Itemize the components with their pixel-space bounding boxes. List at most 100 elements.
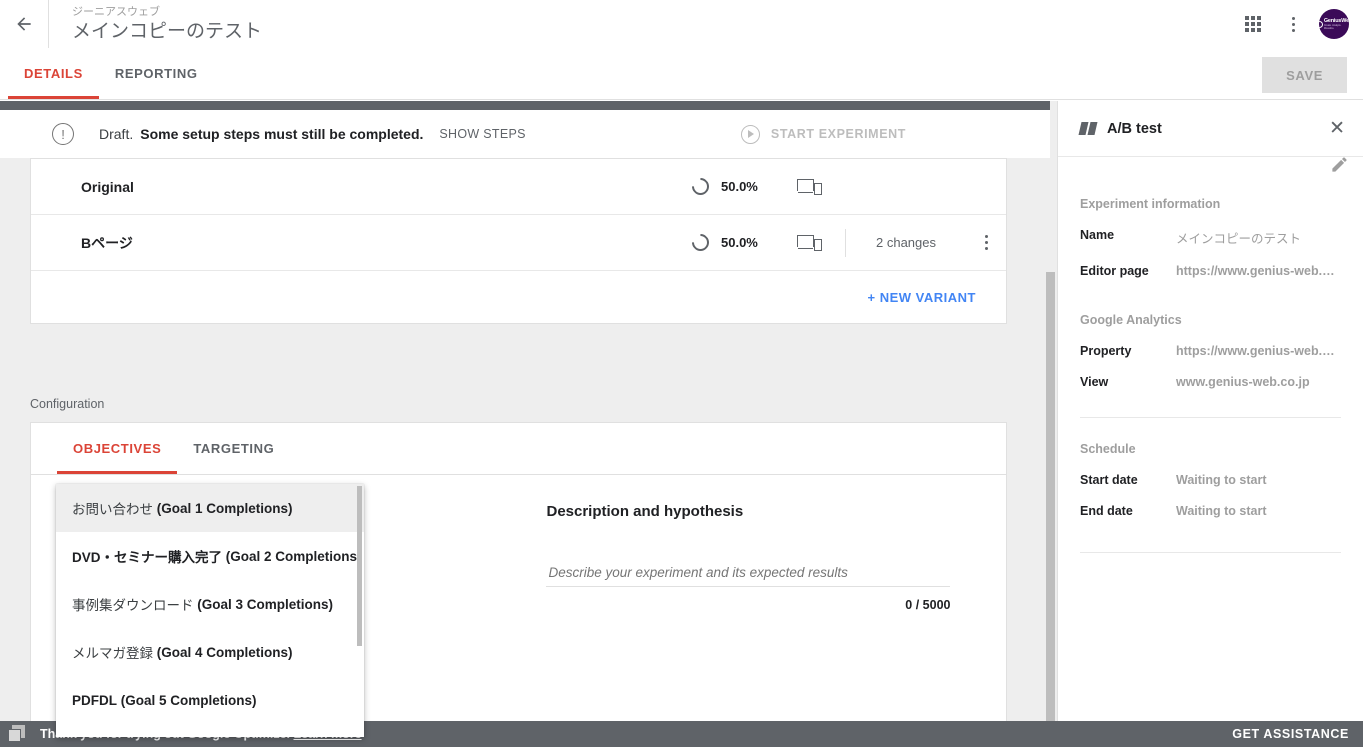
info-value: メインコピーのテスト [1176, 232, 1302, 246]
status-draft-label: Draft. [99, 126, 134, 142]
description-heading: Description and hypothesis [546, 503, 744, 520]
info-key: Editor page [1080, 264, 1149, 278]
status-left: ! Draft. Some setup steps must still be … [0, 123, 526, 145]
dropdown-option[interactable]: PDFDL (Goal 5 Completions) [56, 676, 364, 724]
option-goal-text: (Goal 5 Completions) [120, 692, 257, 708]
get-assistance-button[interactable]: GET ASSISTANCE [1232, 727, 1349, 741]
experiment-information-section: Experiment information Name メインコピーのテスト E… [1058, 157, 1363, 278]
option-jp-text: PDFDL [72, 692, 117, 708]
show-steps-button[interactable]: SHOW STEPS [439, 127, 525, 141]
side-panel-title: A/B test [1107, 120, 1162, 137]
top-dark-strip [0, 101, 1050, 110]
pie-chart-icon [688, 174, 713, 199]
section-title: Experiment information [1080, 197, 1221, 211]
avatar-sublabel: Create. Analyze. Monetize. [1323, 24, 1342, 30]
info-key: End date [1080, 504, 1133, 518]
dropdown-scrollbar[interactable] [357, 486, 362, 646]
option-goal-text: (Goal 2 Completions) [225, 548, 362, 564]
variant-right: 50.0% [688, 173, 1006, 201]
close-icon[interactable]: ✕ [1329, 119, 1345, 138]
more-options-button[interactable] [1273, 4, 1313, 44]
info-row: Start date Waiting to start [1080, 473, 1341, 487]
breadcrumb: ジーニアスウェブ [72, 5, 160, 18]
description-input-wrap: 0 / 5000 [546, 564, 976, 612]
top-app-bar: ジーニアスウェブ メインコピーのテスト GeniusWeb Create. An… [0, 0, 1363, 48]
back-button[interactable] [0, 0, 48, 48]
play-circle-icon [740, 124, 760, 144]
devices-icon [797, 178, 823, 196]
ab-test-icon [1078, 122, 1098, 135]
new-variant-button[interactable]: + NEW VARIANT [868, 290, 976, 305]
more-vert-icon [984, 235, 988, 250]
pencil-icon[interactable] [1330, 155, 1349, 179]
option-jp-text: DVD・セミナー購入完了 [72, 550, 223, 565]
description-column: Description and hypothesis 0 / 5000 [516, 503, 976, 612]
info-row: End date Waiting to start [1080, 504, 1341, 518]
dropdown-option[interactable]: 事例集ダウンロード (Goal 3 Completions) [56, 580, 364, 628]
details-side-panel: A/B test ✕ Experiment information Name メ… [1057, 101, 1363, 747]
description-input[interactable] [546, 564, 951, 587]
variant-changes[interactable]: 2 changes [846, 235, 966, 250]
status-message: Some setup steps must still be completed… [140, 126, 424, 142]
variant-name: Bページ [81, 234, 133, 251]
info-key: Name [1080, 228, 1115, 242]
info-row: Editor page https://www.genius-web.co… [1080, 264, 1341, 278]
title-block: ジーニアスウェブ メインコピーのテスト [49, 0, 262, 48]
option-goal-text: (Goal 4 Completions) [156, 644, 293, 660]
configuration-tabs: OBJECTIVES TARGETING [31, 423, 1006, 475]
more-vert-icon [1291, 16, 1295, 32]
apps-button[interactable] [1233, 4, 1273, 44]
primary-objective-dropdown[interactable]: お問い合わせ (Goal 1 Completions) DVD・セミナー購入完了… [56, 484, 364, 737]
variant-name: Original [81, 178, 134, 195]
info-key: Property [1080, 344, 1132, 358]
tab-objectives[interactable]: OBJECTIVES [57, 422, 178, 474]
experiment-status-bar: ! Draft. Some setup steps must still be … [0, 110, 1050, 158]
table-row[interactable]: Original 50.0% [31, 159, 1006, 215]
variants-card: Original 50.0% Bページ 50.0% 2 changes + NE… [30, 158, 1007, 324]
save-button[interactable]: SAVE [1262, 57, 1347, 93]
info-value: https://www.genius-web.co… [1176, 344, 1341, 358]
option-goal-text: (Goal 3 Completions) [197, 596, 334, 612]
variant-percent: 50.0% [721, 235, 758, 250]
option-goal-text: (Goal 1 Completions) [156, 500, 293, 516]
info-row: Name メインコピーのテスト [1080, 228, 1341, 247]
content-scrollbar[interactable] [1046, 272, 1055, 747]
avatar-logo-icon: GeniusWeb Create. Analyze. Monetize. [1319, 18, 1349, 30]
dropdown-option[interactable]: DVD・セミナー購入完了 (Goal 2 Completions) [56, 532, 364, 580]
table-row[interactable]: Bページ 50.0% 2 changes [31, 215, 1006, 271]
pie-chart-icon [688, 230, 713, 255]
variant-percent: 50.0% [721, 179, 758, 194]
info-row: Property https://www.genius-web.co… [1080, 344, 1341, 358]
option-jp-text: お問い合わせ [72, 502, 153, 517]
tab-reporting[interactable]: REPORTING [99, 47, 214, 99]
row-menu-button[interactable] [966, 235, 1006, 250]
info-value: Waiting to start [1176, 504, 1267, 518]
tab-details[interactable]: DETAILS [8, 47, 99, 99]
start-experiment-label: START EXPERIMENT [770, 127, 906, 141]
configuration-label: Configuration [30, 397, 105, 411]
info-key: Start date [1080, 473, 1138, 487]
app-root: ジーニアスウェブ メインコピーのテスト GeniusWeb Create. An… [0, 0, 1363, 747]
info-value: Waiting to start [1176, 473, 1267, 487]
tab-targeting[interactable]: TARGETING [177, 422, 290, 474]
dropdown-option[interactable]: メルマガ登録 (Goal 4 Completions) [56, 628, 364, 676]
description-counter: 0 / 5000 [905, 598, 951, 612]
arrow-left-icon [17, 17, 31, 31]
avatar[interactable]: GeniusWeb Create. Analyze. Monetize. [1319, 9, 1349, 39]
start-experiment-button[interactable]: START EXPERIMENT [740, 124, 1050, 144]
schedule-section: Schedule Start date Waiting to start End… [1058, 418, 1363, 553]
section-title: Schedule [1080, 442, 1136, 456]
option-jp-text: 事例集ダウンロード [72, 598, 194, 613]
appbar-actions: GeniusWeb Create. Analyze. Monetize. [1233, 4, 1363, 44]
google-analytics-section: Google Analytics Property https://www.ge… [1058, 278, 1363, 418]
copy-stack-icon [8, 725, 28, 743]
primary-tabs-bar: DETAILS REPORTING SAVE [0, 48, 1363, 100]
section-title: Google Analytics [1080, 313, 1182, 327]
dropdown-option[interactable]: お問い合わせ (Goal 1 Completions) [56, 484, 364, 532]
divider [1080, 552, 1341, 553]
exclamation-circle-icon: ! [52, 123, 74, 145]
info-value: www.genius-web.co.jp [1176, 375, 1310, 389]
info-key: View [1080, 375, 1109, 389]
side-panel-header: A/B test ✕ [1058, 101, 1363, 157]
variant-right: 50.0% 2 changes [688, 228, 1006, 257]
